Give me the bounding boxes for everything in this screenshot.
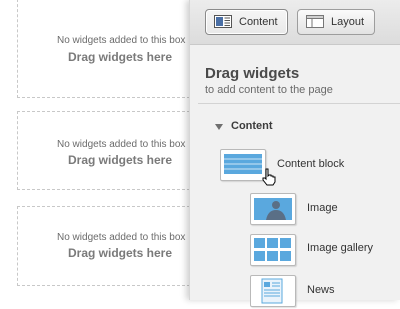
- dropzone-title: Drag widgets here: [68, 50, 173, 64]
- panel-divider: [198, 103, 400, 104]
- news-icon: [250, 275, 296, 307]
- widget-dropzone[interactable]: No widgets added to this box Drag widget…: [17, 111, 205, 190]
- content-list-icon: [214, 15, 232, 28]
- dropzone-title: Drag widgets here: [68, 153, 173, 167]
- content-tab-button[interactable]: Content: [205, 9, 288, 35]
- panel-heading: Drag widgets: [205, 65, 300, 82]
- panel-subheading: to add content to the page: [205, 84, 333, 96]
- widget-label: Image: [307, 202, 338, 214]
- layout-tab-label: Layout: [331, 16, 365, 28]
- hand-cursor-icon: [262, 168, 276, 186]
- content-section-label: Content: [231, 120, 273, 132]
- panel-toolbar: Content Layout: [190, 0, 400, 45]
- page-canvas: No widgets added to this box Drag widget…: [0, 0, 205, 300]
- widget-label: Content block: [277, 158, 345, 170]
- layout-tab-button[interactable]: Layout: [297, 9, 375, 35]
- content-tab-label: Content: [239, 16, 278, 28]
- content-block-icon: [220, 149, 266, 181]
- image-gallery-icon: [250, 234, 296, 266]
- dropzone-empty-message: No widgets added to this box: [57, 35, 186, 46]
- widget-panel: Content Layout Drag widgets to add conte…: [189, 0, 400, 307]
- triangle-down-icon: [215, 124, 223, 130]
- dropzone-empty-message: No widgets added to this box: [57, 139, 186, 150]
- widget-label: News: [307, 284, 335, 296]
- widget-label: Image gallery: [307, 242, 374, 254]
- widget-dropzone[interactable]: No widgets added to this box Drag widget…: [17, 0, 205, 98]
- dropzone-empty-message: No widgets added to this box: [57, 232, 186, 243]
- widget-dropzone[interactable]: No widgets added to this box Drag widget…: [17, 206, 205, 286]
- dropzone-title: Drag widgets here: [68, 246, 173, 260]
- image-icon: [250, 193, 296, 225]
- layout-icon: [306, 15, 324, 28]
